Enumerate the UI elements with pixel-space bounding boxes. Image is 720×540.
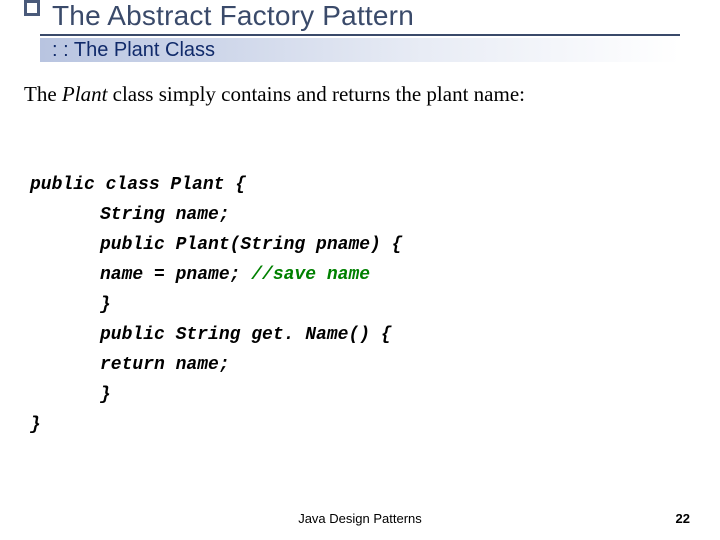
code-line-2: String name; [100,205,230,225]
intro-text: The Plant class simply contains and retu… [24,82,525,107]
slide-subtitle: : : The Plant Class [52,38,215,62]
slide-title: The Abstract Factory Pattern [52,0,414,32]
code-line-4a: name = pname; [100,265,251,285]
code-comment: //save name [251,265,370,285]
footer-page-number: 22 [676,511,690,526]
intro-post: class simply contains and returns the pl… [107,82,525,106]
intro-emphasis: Plant [62,82,108,106]
code-line-5: } [100,295,111,315]
code-block: public class Plant { String name; public… [30,140,402,440]
title-underline [40,34,680,36]
code-line-7: return name; [100,355,230,375]
code-line-8: } [100,385,111,405]
footer-center-text: Java Design Patterns [0,511,720,526]
code-line-6: public String get. Name() { [100,325,392,345]
slide: The Abstract Factory Pattern : : The Pla… [0,0,720,540]
code-line-9: } [30,415,41,435]
code-line-3: public Plant(String pname) { [100,235,402,255]
code-line-1: public class Plant { [30,175,246,195]
title-bullet-icon [24,0,40,16]
intro-pre: The [24,82,62,106]
